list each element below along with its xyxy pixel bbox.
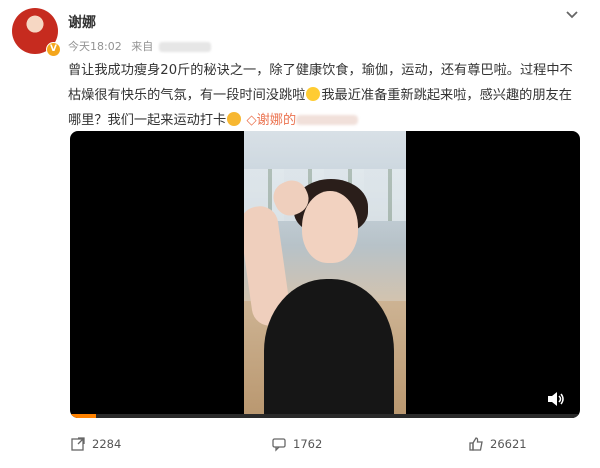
person-face — [302, 191, 358, 263]
post-text: 曾让我成功瘦身20斤的秘诀之一，除了健康饮食，瑜伽，运动，还有尊巴啦。过程中不 … — [68, 58, 580, 133]
repost-icon — [71, 437, 85, 451]
video-link-icon: ◇ — [246, 113, 257, 128]
post-text-line-2a: 枯燥很有快乐的气氛，有一段时间没跳啦 — [68, 88, 306, 103]
video-player[interactable] — [70, 131, 580, 418]
comment-count: 1762 — [293, 437, 323, 451]
source-prefix: 来自 — [131, 40, 154, 53]
emoji-icon — [306, 87, 321, 101]
post-meta: 今天18:02 来自 — [68, 38, 211, 54]
video-link[interactable]: ◇谢娜的 — [246, 113, 359, 128]
like-count: 26621 — [490, 437, 527, 451]
post-time[interactable]: 今天18:02 — [68, 40, 122, 53]
video-link-text: 谢娜的 — [256, 113, 297, 128]
source-redacted — [158, 42, 211, 52]
video-frame — [244, 131, 406, 418]
person-body — [264, 279, 394, 418]
heart-emoji-icon — [227, 112, 242, 126]
like-icon — [469, 437, 483, 451]
post-text-line-2b: 我最近准备重新跳起来啦，感兴趣的朋友在 — [321, 88, 572, 103]
post-text-line-3a: 哪里？我们一起来运动打卡 — [68, 113, 227, 128]
post-text-line-3: 哪里？我们一起来运动打卡 ◇谢娜的 — [68, 108, 580, 133]
post-text-line-1: 曾让我成功瘦身20斤的秘诀之一，除了健康饮食，瑜伽，运动，还有尊巴啦。过程中不 — [68, 63, 573, 78]
video-link-redacted — [296, 115, 359, 125]
speaker-icon[interactable] — [546, 391, 566, 407]
video-progress-bar[interactable] — [70, 414, 580, 418]
verified-badge-icon: V — [46, 42, 61, 57]
comment-icon — [272, 438, 286, 452]
comment-button[interactable]: 1762 — [271, 436, 322, 452]
repost-count: 2284 — [92, 437, 122, 451]
post-text-line-2: 枯燥很有快乐的气氛，有一段时间没跳啦 我最近准备重新跳起来啦，感兴趣的朋友在 — [68, 83, 580, 108]
repost-button[interactable]: 2284 — [70, 436, 121, 452]
weibo-post-card: V 谢娜 今天18:02 来自 曾让我成功瘦身20斤的秘诀之一，除了健康饮食，瑜… — [0, 0, 600, 468]
chevron-down-icon[interactable] — [563, 6, 581, 24]
username[interactable]: 谢娜 — [68, 12, 96, 32]
video-progress-fill — [70, 414, 96, 418]
like-button[interactable]: 26621 — [468, 436, 527, 452]
action-bar: 2284 1762 26621 — [0, 432, 600, 462]
